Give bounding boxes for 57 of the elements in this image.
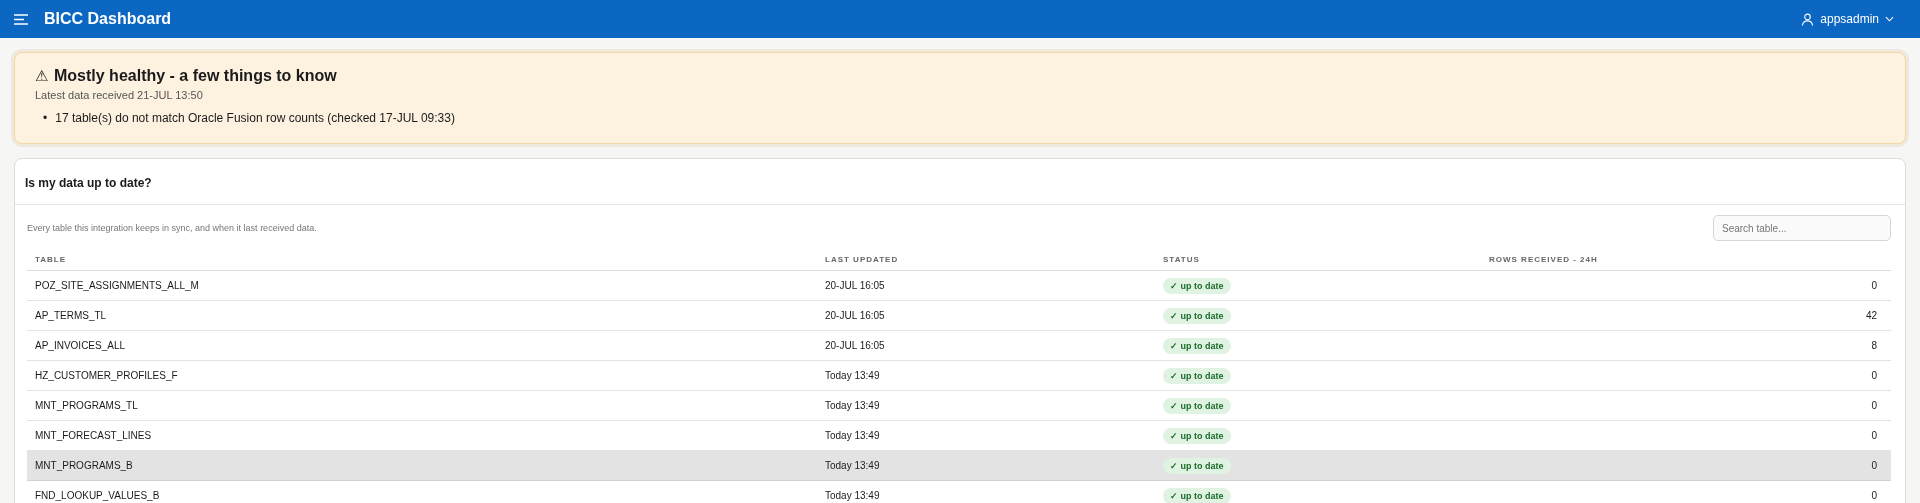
card-title: Is my data up to date? [25, 176, 152, 190]
card-description: Every table this integration keeps in sync, and when it last received data. [27, 223, 317, 233]
table-cell: Today 13:49 [825, 460, 880, 471]
warning-icon: ⚠ [35, 67, 48, 85]
status-label: ✓ up to date [1163, 457, 1231, 474]
table-cell: MNT_FORECAST_LINES [35, 430, 152, 441]
table-cell: HZ_CUSTOMER_PROFILES_F [35, 370, 178, 381]
status-label: ✓ up to date [1163, 367, 1231, 384]
table-cell: AP_INVOICES_ALL [35, 340, 126, 351]
table-cell: AP_TERMS_TL [35, 310, 107, 321]
table-cell: 0 [1871, 280, 1877, 291]
table-cell: Today 13:49 [825, 400, 880, 411]
table-cell: Today 13:49 [825, 370, 880, 381]
alert-item: 17 table(s) do not match Oracle Fusion row counts (checked 17-JUL 09:33) [55, 111, 455, 125]
table-row[interactable]: AP_TERMS_TL 20-JUL 16:05 ✓ up to date 42 [27, 300, 1891, 331]
table-cell: 20-JUL 16:05 [825, 280, 885, 291]
status-label: ✓ up to date [1163, 397, 1231, 414]
column-header: STATUS [1163, 255, 1200, 264]
table-cell: MNT_PROGRAMS_TL [35, 400, 138, 411]
table-cell: POZ_SITE_ASSIGNMENTS_ALL_M [35, 280, 199, 291]
column-header: TABLE [35, 255, 67, 264]
menu-icon[interactable] [14, 13, 28, 25]
status-label: ✓ up to date [1163, 337, 1231, 354]
status-label: ✓ up to date [1163, 487, 1231, 503]
table-row[interactable]: FND_LOOKUP_VALUES_B Today 13:49 ✓ up to date 0 [27, 480, 1891, 503]
table-cell: 0 [1871, 460, 1877, 471]
table-row[interactable]: MNT_PROGRAMS_B Today 13:49 ✓ up to date 0 [27, 450, 1891, 481]
table-cell: 0 [1871, 430, 1877, 441]
table-cell: Today 13:49 [825, 430, 880, 441]
alert-subtitle: Latest data received 21-JUL 13:50 [35, 89, 204, 101]
table-cell: Today 13:49 [825, 490, 880, 501]
app-title: BICC Dashboard [44, 10, 172, 28]
table-row[interactable]: MNT_PROGRAMS_TL Today 13:49 ✓ up to date 0 [27, 390, 1891, 421]
table-row[interactable]: AP_INVOICES_ALL 20-JUL 16:05 ✓ up to date 8 [27, 330, 1891, 361]
status-label: ✓ up to date [1163, 307, 1231, 324]
user-menu[interactable]: appsadmin [1795, 11, 1900, 27]
alert-title: Mostly healthy - a few things to know [54, 67, 337, 85]
table-cell: 20-JUL 16:05 [825, 340, 885, 351]
search-field[interactable]: Search table... [1713, 215, 1891, 241]
table-cell: 20-JUL 16:05 [825, 310, 885, 321]
column-header: ROWS RECEIVED - 24H [1489, 255, 1598, 264]
status-label: ✓ up to date [1163, 427, 1231, 444]
bullet-icon: • [43, 111, 48, 125]
table-cell: MNT_PROGRAMS_B [35, 460, 133, 471]
status-label: ✓ up to date [1163, 277, 1231, 294]
table-cell: 0 [1871, 400, 1877, 411]
table-cell: 0 [1871, 370, 1877, 381]
table-row[interactable]: HZ_CUSTOMER_PROFILES_F Today 13:49 ✓ up to date 0 [27, 360, 1891, 391]
user-icon [1801, 12, 1815, 26]
table-cell: 0 [1871, 490, 1877, 501]
table-cell: 42 [1865, 310, 1877, 321]
table-row[interactable]: POZ_SITE_ASSIGNMENTS_ALL_M 20-JUL 16:05 ✓ up to date 0 [27, 270, 1891, 301]
table-row[interactable]: MNT_FORECAST_LINES Today 13:49 ✓ up to date 0 [27, 420, 1891, 451]
table-cell: 8 [1871, 340, 1877, 351]
column-header: LAST UPDATED [825, 255, 899, 264]
table-cell: FND_LOOKUP_VALUES_B [35, 490, 160, 501]
chevron-down-icon [1885, 16, 1894, 22]
